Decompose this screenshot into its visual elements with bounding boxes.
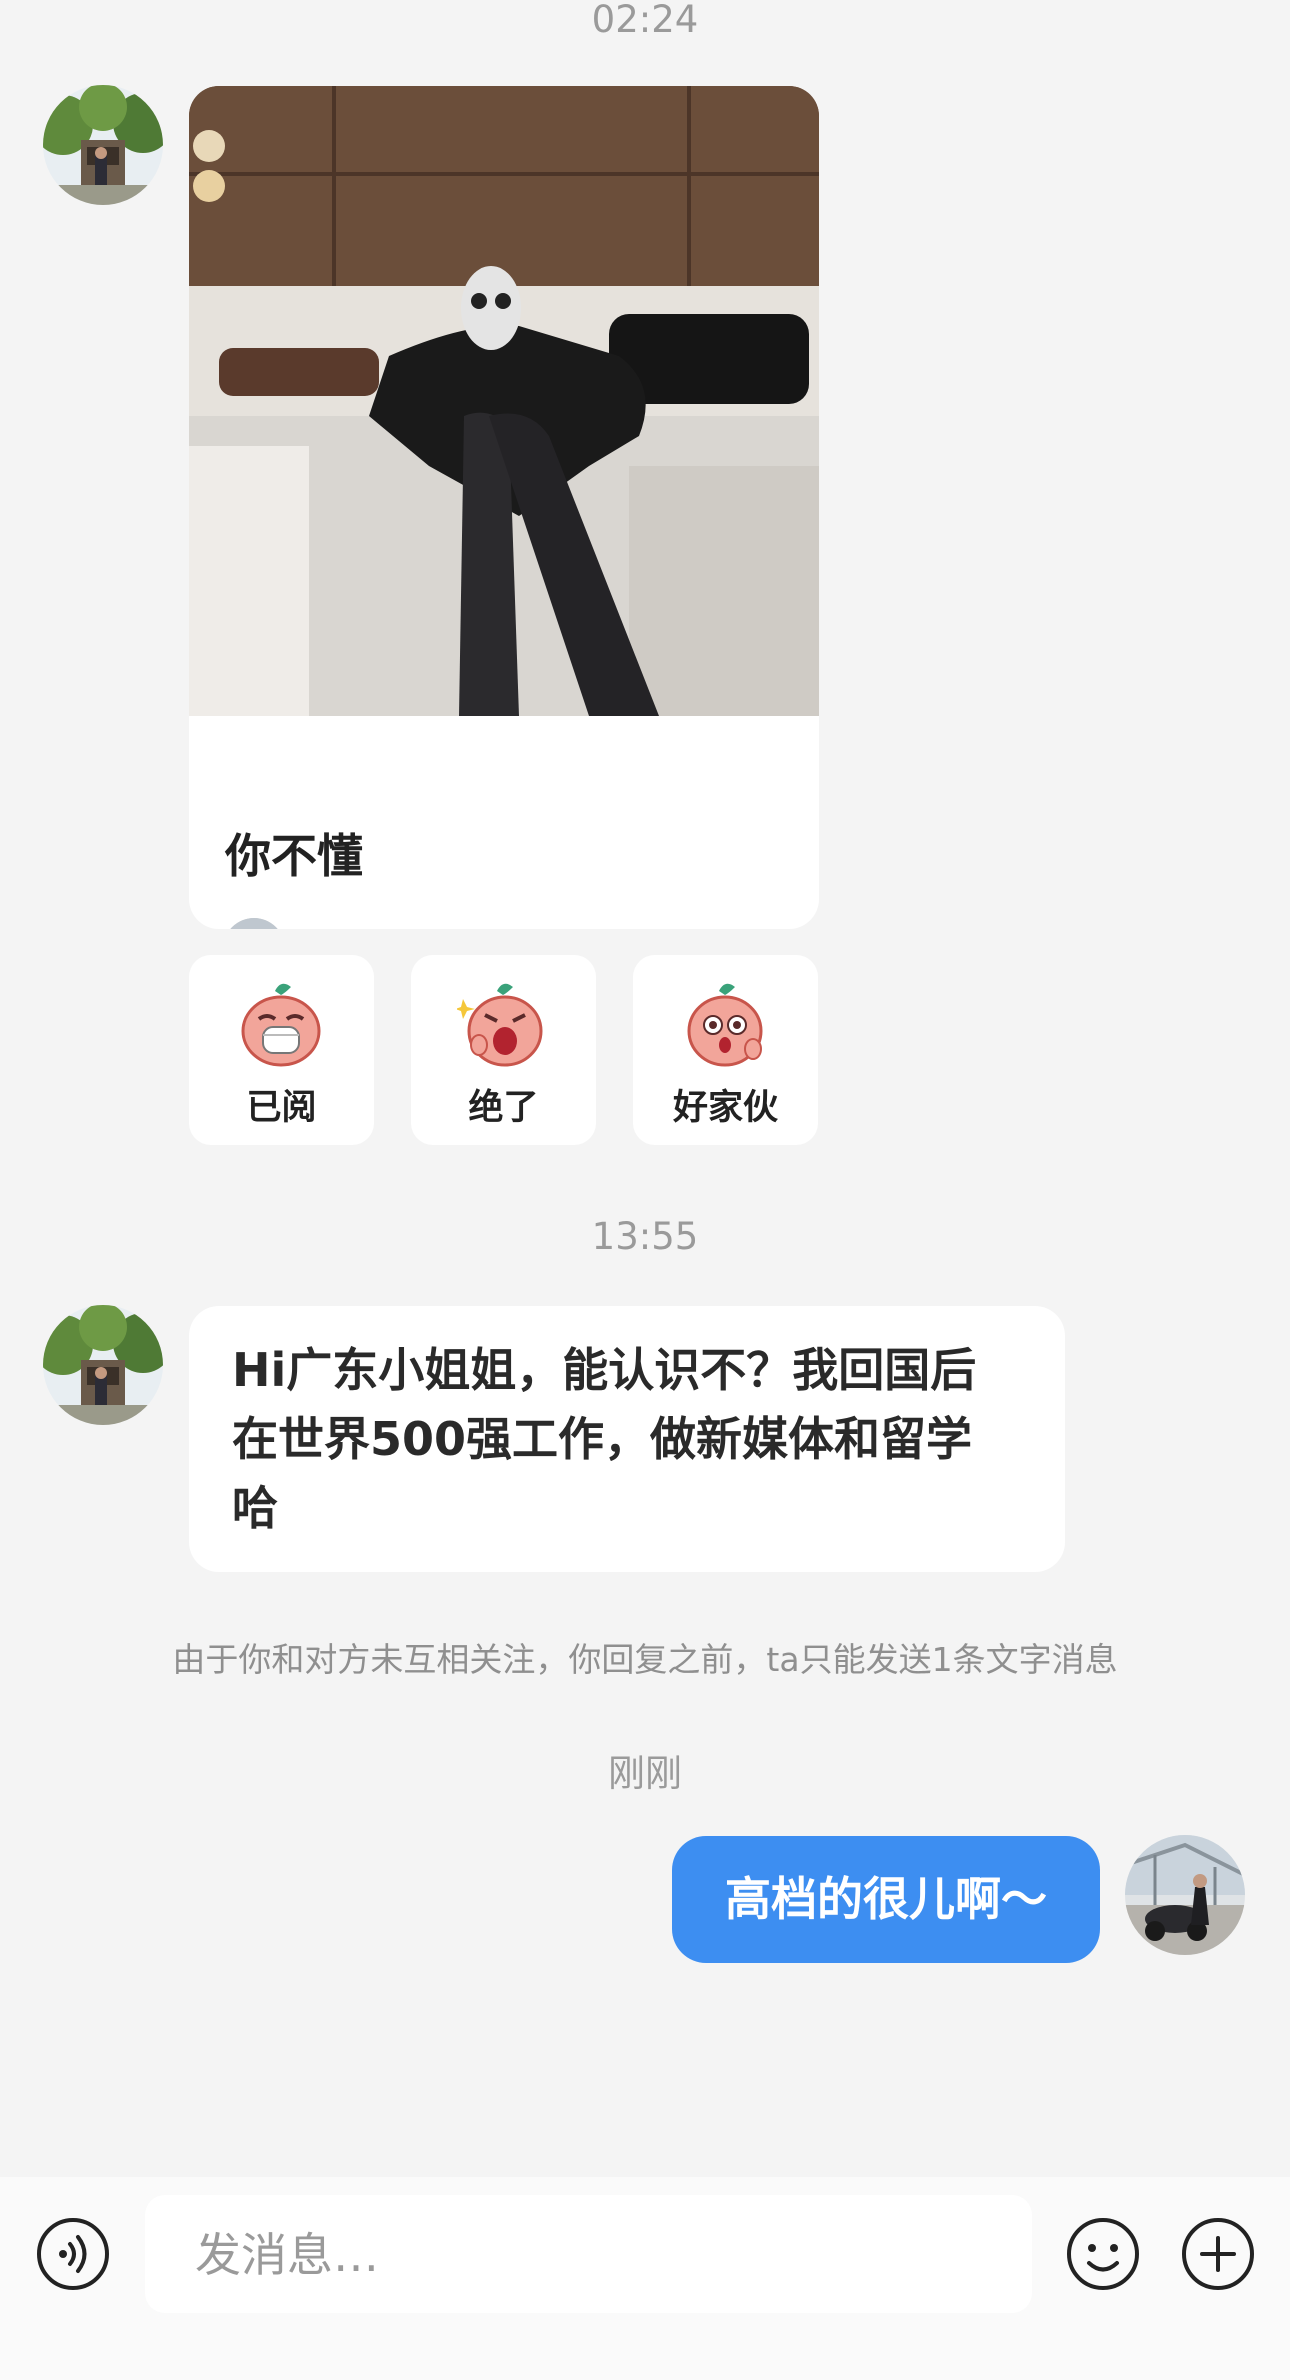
voice-icon[interactable] (35, 2216, 111, 2292)
plus-icon[interactable] (1180, 2216, 1256, 2292)
message-input-container[interactable] (145, 2195, 1032, 2315)
message-line: 哈 (232, 1481, 278, 1535)
timestamp: 13:55 (591, 1215, 699, 1258)
sender-avatar[interactable] (43, 1305, 163, 1425)
system-notice: 由于你和对方未互相关注，你回复之前，ta只能发送1条文字消息 (172, 1640, 1118, 1679)
shared-post-card[interactable]: 你不懂 胖乐 (189, 86, 819, 929)
peach-shout-sticker-icon (457, 983, 543, 1067)
reaction-label: 好家伙 (672, 1088, 778, 1128)
sender-avatar-image (43, 1305, 163, 1425)
emoji-icon[interactable] (1065, 2216, 1141, 2292)
post-author-avatar (223, 918, 285, 929)
message-line: 在世界500强工作，做新媒体和留学 (232, 1412, 973, 1466)
my-avatar-image (1125, 1835, 1245, 1955)
reaction-button[interactable]: 已阅 (189, 955, 374, 1145)
message-line: Hi广东小姐姐，能认识不？我回国后 (232, 1343, 977, 1397)
post-photo (189, 86, 819, 716)
incoming-message-bubble[interactable]: Hi广东小姐姐，能认识不？我回国后 在世界500强工作，做新媒体和留学 哈 (189, 1306, 1065, 1572)
sender-avatar[interactable] (43, 85, 163, 205)
my-avatar[interactable] (1125, 1835, 1245, 1955)
reaction-label: 绝了 (468, 1088, 539, 1128)
reaction-label: 已阅 (246, 1088, 317, 1128)
timestamp: 刚刚 (608, 1752, 682, 1795)
reaction-button[interactable]: 绝了 (411, 955, 596, 1145)
post-title: 你不懂 (225, 829, 363, 883)
sender-avatar-image (43, 85, 163, 205)
message-input[interactable] (193, 2195, 997, 2315)
outgoing-message-bubble[interactable]: 高档的很儿啊～ (672, 1836, 1100, 1963)
peach-surprised-sticker-icon (687, 983, 763, 1067)
timestamp: 02:24 (591, 0, 699, 41)
reaction-button[interactable]: 好家伙 (633, 955, 818, 1145)
peach-mask-sticker-icon (241, 983, 321, 1067)
